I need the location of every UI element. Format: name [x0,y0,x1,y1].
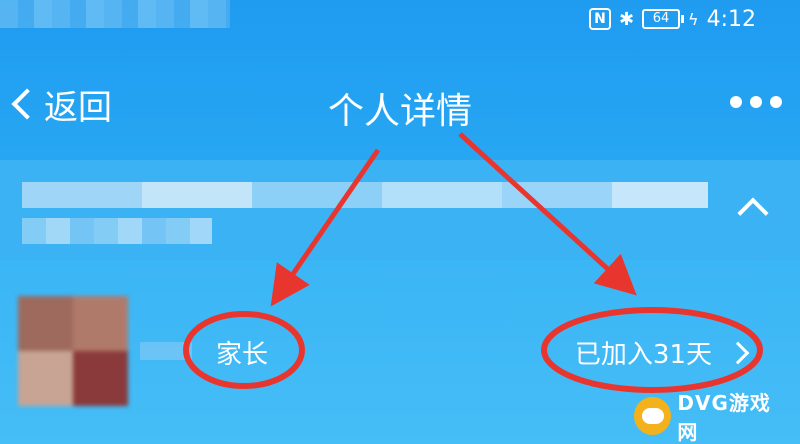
group-info-strip [0,160,800,260]
status-bar: N ✱ 64 ϟ 4:12 [0,0,800,40]
blurred-text [502,182,612,208]
more-dot-icon [750,96,762,108]
chevron-up-icon[interactable] [737,197,769,229]
role-tag: 家长 [216,340,269,370]
chevron-right-icon [726,341,750,364]
watermark-logo-icon [634,397,672,435]
charging-icon: ϟ [688,9,699,29]
more-dot-icon [770,96,782,108]
blurred-text [382,182,502,208]
page-title: 个人详情 [327,91,472,132]
watermark-text: DVG游戏网 [677,391,771,444]
watermark: DVG游戏网 [634,391,790,444]
status-time: 4:12 [706,6,756,32]
app-screen: N ✱ 64 ϟ 4:12 返回 个人详情 家长 已加入31天 DVG游戏网 [0,0,800,444]
nfc-icon: N [588,8,611,30]
status-icons: N ✱ 64 ϟ 4:12 [588,6,756,32]
joined-days-label: 已加入31天 [574,340,712,370]
battery-level: 64 [642,9,681,29]
blurred-text [612,182,708,208]
blurred-text [252,182,382,208]
more-options-button[interactable] [730,96,782,108]
avatar[interactable] [18,296,128,406]
blurred-text [142,182,252,208]
joined-days-link[interactable]: 已加入31天 [574,334,750,371]
battery-icon: 64 [642,9,685,29]
nav-bar: 返回 个人详情 [0,62,800,148]
bluetooth-icon: ✱ [618,8,635,30]
blurred-text [22,182,142,208]
blurred-text [22,218,212,244]
blurred-member-name [140,342,192,360]
more-dot-icon [730,96,742,108]
status-bar-blurred-area [0,0,230,28]
